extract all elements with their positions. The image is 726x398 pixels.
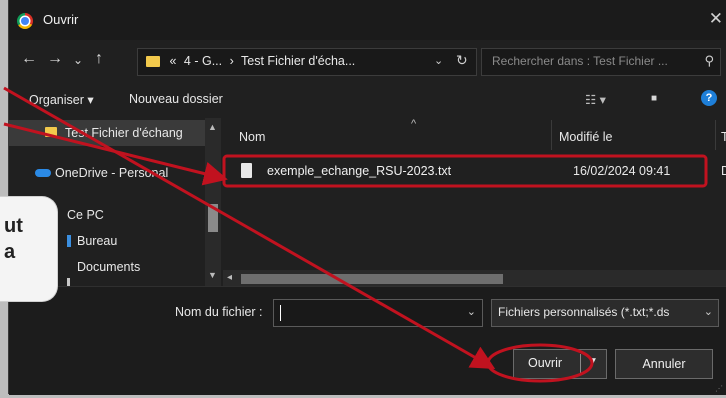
table-row[interactable]: exemple_echange_RSU-2023.txt 16/02/2024 … [233,158,721,186]
open-options-icon[interactable]: ▼ [588,356,598,367]
chevron-down-icon[interactable]: ⌄ [467,305,476,318]
organize-button[interactable]: Organiser ▾ [29,92,94,107]
breadcrumb-item[interactable]: Test Fichier d'écha... [241,54,355,68]
filetype-select[interactable]: Fichiers personnalisés (*.txt;*.ds ⌄ [491,299,719,327]
text-file-icon [241,163,252,178]
file-type: D [721,164,726,178]
scrollbar-thumb[interactable] [241,274,503,284]
filename-field[interactable]: ⌄ [273,299,483,327]
tutorial-callout: ut a [0,196,58,302]
file-list: Nom ^ Modifié le T exemple_echange_RSU-2… [223,118,726,286]
file-modified: 16/02/2024 09:41 [573,164,671,178]
text-caret [280,305,281,321]
help-icon[interactable]: ? [701,90,717,106]
images-icon [67,278,70,286]
navigation-bar: ← → ⌄ ↑ « 4 - G... › Test Fichier d'écha… [9,40,726,80]
scroll-left-icon[interactable]: ◂ [227,272,232,283]
dialog-footer: Nom du fichier : ⌄ Fichiers personnalisé… [9,286,726,395]
column-header-type[interactable]: T [721,130,726,144]
new-folder-button[interactable]: Nouveau dossier [129,92,223,106]
folder-icon [45,127,57,137]
desktop-icon [67,235,71,247]
breadcrumb-separator: › [229,54,234,68]
cancel-button[interactable]: Annuler [615,349,713,379]
column-header-modified[interactable]: Modifié le [559,130,613,144]
column-divider[interactable] [715,120,716,150]
cloud-icon [35,169,51,177]
column-header-name[interactable]: Nom [239,130,265,144]
close-icon[interactable]: ✕ [709,9,723,29]
path-overflow[interactable]: « [169,54,176,68]
column-divider[interactable] [551,120,552,150]
refresh-icon[interactable]: ↻ [456,52,468,69]
view-options-icon[interactable]: ☷ ▾ [585,92,606,107]
address-bar[interactable]: « 4 - G... › Test Fichier d'écha... ⌄ ↻ [137,48,477,76]
recent-locations-icon[interactable]: ⌄ [73,53,83,67]
title-bar: Ouvrir ✕ [9,0,726,40]
forward-arrow-icon[interactable]: → [47,50,63,68]
sidebar-item-test-fichier[interactable]: Test Fichier d'échang [9,120,205,146]
horizontal-scrollbar[interactable]: ◂ [223,270,726,286]
sort-indicator-icon: ^ [411,118,417,130]
scroll-up-icon[interactable]: ▲ [208,122,217,132]
back-arrow-icon[interactable]: ← [21,50,37,68]
open-button[interactable]: Ouvrir ▼ [513,349,607,379]
open-file-dialog: Ouvrir ✕ ← → ⌄ ↑ « 4 - G... › Test Fichi… [8,0,726,395]
command-bar: Organiser ▾ Nouveau dossier ☷ ▾ ■ ? [9,86,726,114]
scrollbar-thumb[interactable] [208,204,218,232]
chevron-down-icon[interactable]: ⌄ [704,305,713,318]
chrome-icon [17,13,33,29]
file-name: exemple_echange_RSU-2023.txt [267,164,452,178]
resize-grip-icon[interactable]: ⋰ [715,384,723,393]
search-placeholder: Rechercher dans : Test Fichier ... [492,54,668,68]
up-arrow-icon[interactable]: ↑ [95,50,103,68]
window-title: Ouvrir [43,12,79,27]
search-icon[interactable]: ⚲ [704,53,714,69]
chevron-down-icon[interactable]: ⌄ [434,54,443,67]
filename-label: Nom du fichier : [175,305,263,319]
preview-pane-icon[interactable]: ■ [651,93,657,104]
folder-icon [146,56,160,68]
search-input[interactable]: Rechercher dans : Test Fichier ... ⚲ [481,48,721,76]
breadcrumb-item[interactable]: 4 - G... [184,54,222,68]
filetype-value: Fichiers personnalisés (*.txt;*.ds [498,305,670,319]
scroll-down-icon[interactable]: ▼ [208,270,217,280]
split-divider [580,354,581,374]
sidebar-scrollbar[interactable]: ▲ ▼ [205,118,221,286]
sidebar-item-onedrive[interactable]: OneDrive - Personal [9,160,205,186]
